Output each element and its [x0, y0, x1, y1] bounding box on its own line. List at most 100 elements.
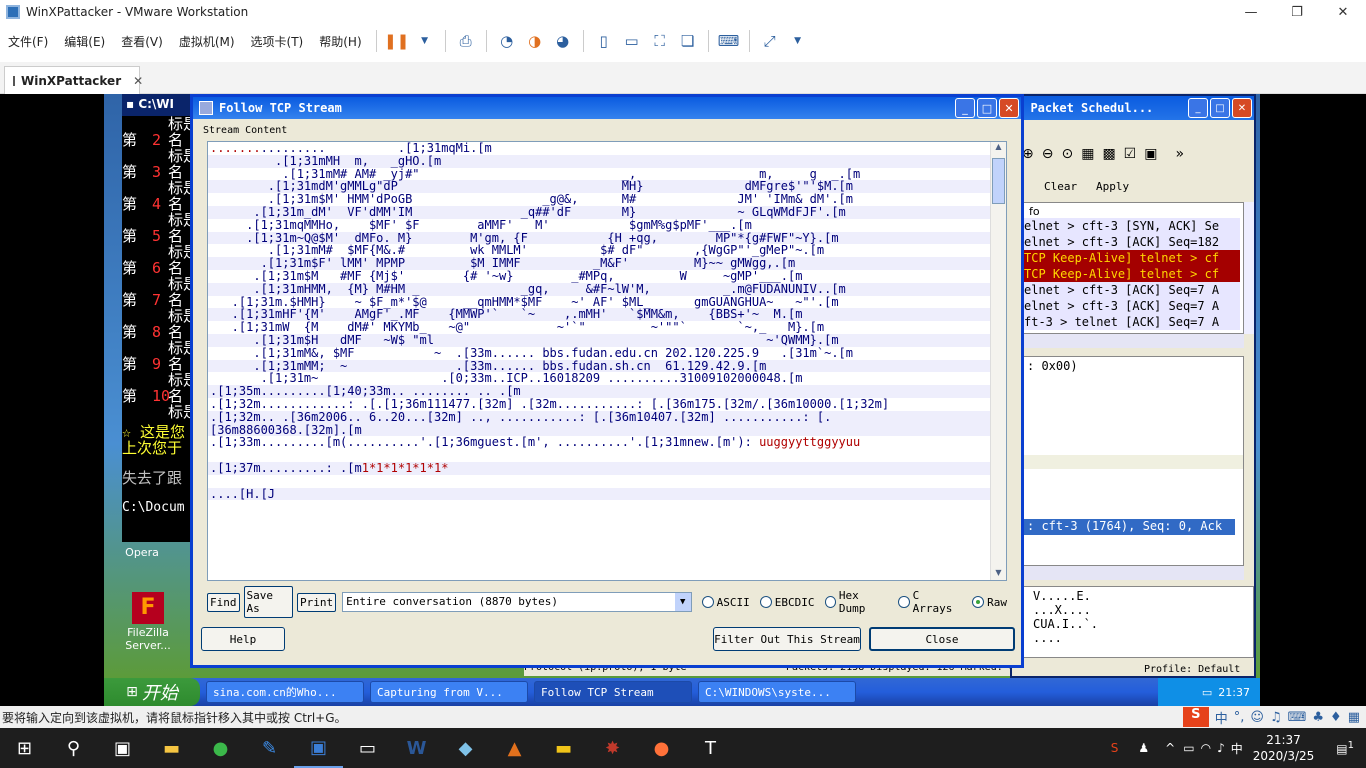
- fullscreen-icon[interactable]: ⛶: [646, 28, 674, 54]
- notes-app-icon[interactable]: ✎: [245, 728, 294, 768]
- people-icon[interactable]: ♟: [1138, 741, 1149, 755]
- dialog-maximize-button[interactable]: □: [977, 98, 997, 118]
- stream-content-text[interactable]: ................ .[1;31mqMi.[m .[1;31mMH…: [207, 141, 1007, 581]
- tab-winxpattacker[interactable]: WinXPattacker ✕: [4, 66, 143, 94]
- zoom-normal-icon[interactable]: ⊙: [1061, 146, 1073, 162]
- dialog-close-button[interactable]: ✕: [999, 98, 1019, 118]
- radio-ebcdic[interactable]: EBCDIC: [759, 596, 815, 609]
- start-button[interactable]: ⊞ 开始: [104, 678, 200, 706]
- menu-tabs[interactable]: 选项卡(T): [243, 33, 312, 50]
- settings-icon[interactable]: ✸: [588, 728, 637, 768]
- ws-minimize-button[interactable]: _: [1188, 98, 1208, 118]
- ws-maximize-button[interactable]: □: [1210, 98, 1230, 118]
- network-tray-icon[interactable]: ▭: [1183, 741, 1194, 755]
- matlab-icon[interactable]: ▲: [490, 728, 539, 768]
- ime-tray-label[interactable]: 中: [1231, 740, 1243, 757]
- system-clock[interactable]: 21:37 2020/3/25: [1243, 732, 1325, 764]
- vmware-taskbar-icon[interactable]: ▣: [294, 728, 343, 768]
- notification-icon[interactable]: ▤1: [1324, 740, 1366, 756]
- keyboard-icon[interactable]: ⌨: [1288, 710, 1307, 725]
- chevron-down-icon[interactable]: ▼: [674, 593, 691, 611]
- skin-icon[interactable]: ♣: [1312, 710, 1324, 725]
- sogou-tray-icon[interactable]: S: [1111, 741, 1119, 755]
- shirt-icon[interactable]: ♦: [1330, 710, 1342, 725]
- packet-row[interactable]: elnet > cft-3 [SYN, ACK] Se: [1024, 218, 1240, 234]
- display-filters-icon[interactable]: ☑: [1124, 146, 1137, 162]
- send-ctrl-alt-del-icon[interactable]: ⎙: [452, 28, 480, 54]
- toolbox-icon[interactable]: ▦: [1348, 710, 1360, 725]
- snapshot-manager-icon[interactable]: ◕: [549, 28, 577, 54]
- follow-tcp-stream-dialog[interactable]: Follow TCP Stream _ □ ✕ Stream Content .…: [190, 94, 1024, 668]
- search-icon[interactable]: ⚲: [49, 728, 98, 768]
- menu-help[interactable]: 帮助(H): [311, 33, 369, 50]
- clear-button[interactable]: Clear: [1044, 180, 1077, 193]
- voice-icon[interactable]: ♫: [1270, 710, 1282, 725]
- sogou-icon[interactable]: S: [1182, 707, 1209, 727]
- filter-out-stream-button[interactable]: Filter Out This Stream: [713, 627, 861, 651]
- terminal-icon[interactable]: ▭: [343, 728, 392, 768]
- apply-button[interactable]: Apply: [1096, 180, 1129, 193]
- firefox-icon[interactable]: ●: [637, 728, 686, 768]
- conversation-select[interactable]: Entire conversation (8870 bytes) ▼: [342, 592, 692, 612]
- desktop-icon-opera[interactable]: Opera: [112, 546, 172, 559]
- xp-taskbar-item[interactable]: Capturing from V...: [370, 681, 528, 703]
- punctuation-icon[interactable]: °,: [1234, 710, 1245, 725]
- revert-snapshot-icon[interactable]: ◑: [521, 28, 549, 54]
- save-as-button[interactable]: Save As: [243, 586, 293, 618]
- file-explorer-icon[interactable]: ▬: [147, 728, 196, 768]
- ws-close-button[interactable]: ✕: [1232, 98, 1252, 118]
- close-dialog-button[interactable]: Close: [869, 627, 1015, 651]
- capture-filters-icon[interactable]: ▩: [1102, 146, 1115, 162]
- radio-raw[interactable]: Raw: [972, 596, 1007, 609]
- scroll-up-icon[interactable]: ▲: [991, 142, 1006, 156]
- packet-row[interactable]: TCP Keep-Alive] telnet > cf: [1024, 250, 1240, 266]
- close-tab-icon[interactable]: ✕: [133, 74, 143, 88]
- wifi-icon[interactable]: ◠: [1201, 741, 1211, 755]
- find-button[interactable]: Find: [207, 592, 240, 612]
- details-hscroll[interactable]: [1022, 566, 1244, 580]
- help-button[interactable]: Help: [201, 627, 285, 651]
- menu-edit[interactable]: 编辑(E): [56, 33, 113, 50]
- close-button[interactable]: ✕: [1320, 0, 1366, 24]
- tray-overflow-icon[interactable]: ^: [1165, 741, 1175, 755]
- print-button[interactable]: Print: [297, 592, 337, 612]
- console-icon[interactable]: ⌨: [715, 28, 743, 54]
- packet-row[interactable]: elnet > cft-3 [ACK] Seq=182: [1024, 234, 1240, 250]
- show-library-icon[interactable]: ▯: [590, 28, 618, 54]
- xp-taskbar-item[interactable]: sina.com.cn的Who...: [206, 681, 364, 703]
- menu-view[interactable]: 查看(V): [113, 33, 171, 50]
- detail-selected-line[interactable]: : cft-3 (1764), Seq: 0, Ack: [1023, 519, 1235, 535]
- scroll-thumb[interactable]: [992, 158, 1005, 204]
- stream-vscroll[interactable]: ▲ ▼: [990, 142, 1006, 580]
- xp-taskbar-item[interactable]: C:\WINDOWS\syste...: [698, 681, 856, 703]
- dropdown-arrow-icon[interactable]: ▼: [784, 28, 812, 54]
- packet-list-vscroll[interactable]: [1244, 202, 1254, 334]
- xp-taskbar-item[interactable]: Follow TCP Stream: [534, 681, 692, 703]
- unity-icon[interactable]: ❏: [674, 28, 702, 54]
- snapshot-icon[interactable]: ◔: [493, 28, 521, 54]
- scroll-down-icon[interactable]: ▼: [991, 568, 1006, 580]
- radio-ascii[interactable]: ASCII: [701, 596, 750, 609]
- info-column-header[interactable]: fo: [1029, 205, 1040, 218]
- more-icon[interactable]: »: [1175, 146, 1184, 162]
- packet-row[interactable]: ft-3 > telnet [ACK] Seq=7 A: [1024, 314, 1240, 330]
- vm-guest-display[interactable]: ▪ C:\WI 标是第 2 名标是第 3 名标是第 4 名标是第 5 名标是第 6 名标是第 7 名标是…: [0, 94, 1366, 706]
- dropdown-arrow-icon[interactable]: ▼: [411, 28, 439, 54]
- stretch-guest-icon[interactable]: ⤢: [756, 28, 784, 54]
- radio-hex-dump[interactable]: Hex Dump: [824, 589, 889, 615]
- wireshark-window[interactable]: s Packet Schedul... _ □ ✕ ⊕ ⊖ ⊙ ▦ ▩ ☑ ▣ …: [1010, 94, 1256, 678]
- dialog-minimize-button[interactable]: _: [955, 98, 975, 118]
- volume-icon[interactable]: ♪: [1217, 741, 1225, 755]
- packet-list-hscroll[interactable]: [1022, 334, 1244, 348]
- word-icon[interactable]: W: [392, 728, 441, 768]
- thumbnail-bar-icon[interactable]: ▭: [618, 28, 646, 54]
- zoom-out-icon[interactable]: ⊖: [1042, 146, 1054, 162]
- pdf-reader-icon[interactable]: ▬: [539, 728, 588, 768]
- packet-row[interactable]: elnet > cft-3 [ACK] Seq=7 A: [1024, 282, 1240, 298]
- typora-icon[interactable]: T: [686, 728, 735, 768]
- packet-row[interactable]: elnet > cft-3 [ACK] Seq=7 A: [1024, 298, 1240, 314]
- coloring-rules-icon[interactable]: ▣: [1144, 146, 1157, 162]
- menu-vm[interactable]: 虚拟机(M): [171, 33, 243, 50]
- ws-profile-label[interactable]: Profile: Default: [1144, 664, 1240, 675]
- desktop-icon-filezilla[interactable]: F FileZilla Server...: [110, 592, 186, 652]
